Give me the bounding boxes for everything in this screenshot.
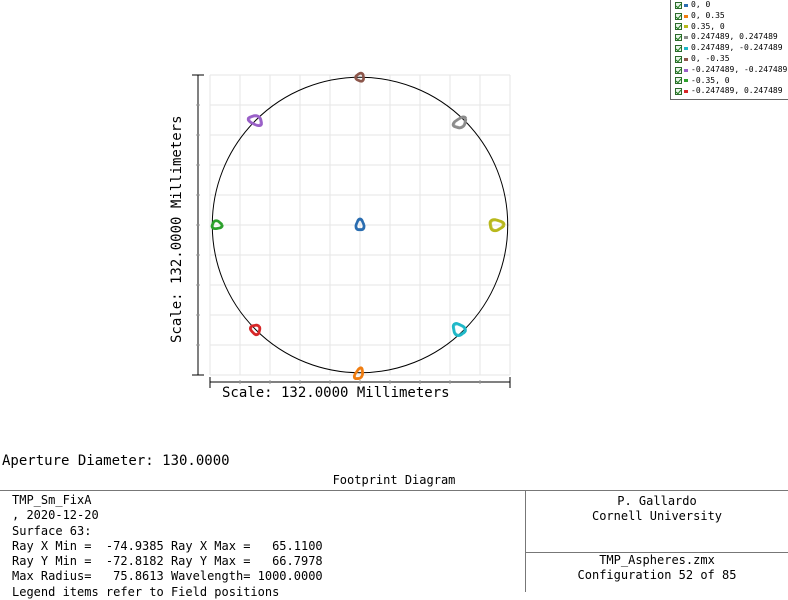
info-line: , 2020-12-20 xyxy=(12,508,99,523)
chart-title: Footprint Diagram xyxy=(332,473,456,487)
legend-item[interactable]: 0.35, 0 xyxy=(671,22,788,33)
legend-label: -0.247489, -0.247489 xyxy=(691,64,788,74)
legend-swatch xyxy=(684,25,688,29)
info-line: Ray Y Min = -72.8182 Ray Y Max = 66.7978 xyxy=(12,554,323,569)
legend-checkbox[interactable] xyxy=(675,34,682,42)
info-line: TMP_Sm_FixA xyxy=(12,493,92,507)
file-name: TMP_Aspheres.zmx xyxy=(599,553,715,567)
legend-label: 0, -0.35 xyxy=(691,53,730,63)
legend-swatch xyxy=(684,57,688,61)
spot-3 xyxy=(451,115,468,130)
legend-item[interactable]: 0.247489, -0.247489 xyxy=(671,43,788,54)
legend-label: 0.247489, 0.247489 xyxy=(691,32,778,42)
legend-label: 0, 0 xyxy=(691,0,711,9)
info-line: Ray X Min = -74.9385 Ray X Max = 65.1100 xyxy=(12,538,323,553)
legend-item[interactable]: -0.247489, -0.247489 xyxy=(671,65,788,76)
legend-item[interactable]: 0, 0 xyxy=(671,0,788,11)
legend-checkbox[interactable] xyxy=(675,66,682,74)
legend-item[interactable]: -0.247489, 0.247489 xyxy=(671,86,788,97)
legend-swatch xyxy=(684,79,688,83)
legend-checkbox[interactable] xyxy=(675,12,682,20)
legend-checkbox[interactable] xyxy=(675,45,682,53)
legend-label: 0.35, 0 xyxy=(691,21,725,31)
spot-group xyxy=(210,71,506,381)
aperture-diameter: Aperture Diameter: 130.0000 xyxy=(2,453,230,469)
file-block: TMP_Aspheres.zmx Configuration 52 of 85 xyxy=(526,553,788,583)
legend-checkbox[interactable] xyxy=(675,1,682,9)
x-axis-label: Scale: 132.0000 Millimeters xyxy=(222,385,450,401)
legend-checkbox[interactable] xyxy=(675,77,682,85)
spot-1 xyxy=(352,366,364,381)
legend-label: 0, 0.35 xyxy=(691,10,725,20)
legend-item[interactable]: 0, 0.35 xyxy=(671,11,788,22)
info-left: TMP_Sm_FixA, 2020-12-20 Surface 63: Ray X … xyxy=(12,493,323,600)
legend-checkbox[interactable] xyxy=(675,55,682,63)
organization: Cornell University xyxy=(591,509,723,523)
legend-label: 0.247489, -0.247489 xyxy=(691,43,783,53)
info-line: Legend items refer to Field positions xyxy=(12,584,280,599)
y-axis-label: Scale: 132.0000 Millimeters xyxy=(169,115,185,343)
info-box: TMP_Sm_FixA, 2020-12-20 Surface 63: Ray X … xyxy=(0,490,788,599)
legend-swatch xyxy=(684,36,688,40)
legend: 0, 0 0, 0.35 0.35, 0 0.247489, 0.247489 0.24… xyxy=(670,0,788,100)
legend-swatch xyxy=(684,3,688,7)
legend-checkbox[interactable] xyxy=(675,23,682,31)
legend-swatch xyxy=(684,68,688,72)
configuration: Configuration 52 of 85 xyxy=(577,568,737,582)
legend-item[interactable]: -0.35, 0 xyxy=(671,76,788,87)
legend-checkbox[interactable] xyxy=(675,88,682,96)
info-line: Surface 63: xyxy=(12,523,92,538)
info-line: Max Radius= 75.8613 Wavelength= 1000.000… xyxy=(12,569,323,584)
legend-item[interactable]: 0.247489, 0.247489 xyxy=(671,32,788,43)
spot-4 xyxy=(451,322,467,338)
author-name: P. Gallardo xyxy=(617,494,697,508)
legend-label: -0.247489, 0.247489 xyxy=(691,86,783,96)
legend-swatch xyxy=(684,90,688,94)
legend-swatch xyxy=(684,14,688,18)
legend-label: -0.35, 0 xyxy=(691,75,730,85)
legend-swatch xyxy=(684,47,688,51)
legend-item[interactable]: 0, -0.35 xyxy=(671,54,788,65)
author-block: P. Gallardo Cornell University xyxy=(526,494,788,524)
